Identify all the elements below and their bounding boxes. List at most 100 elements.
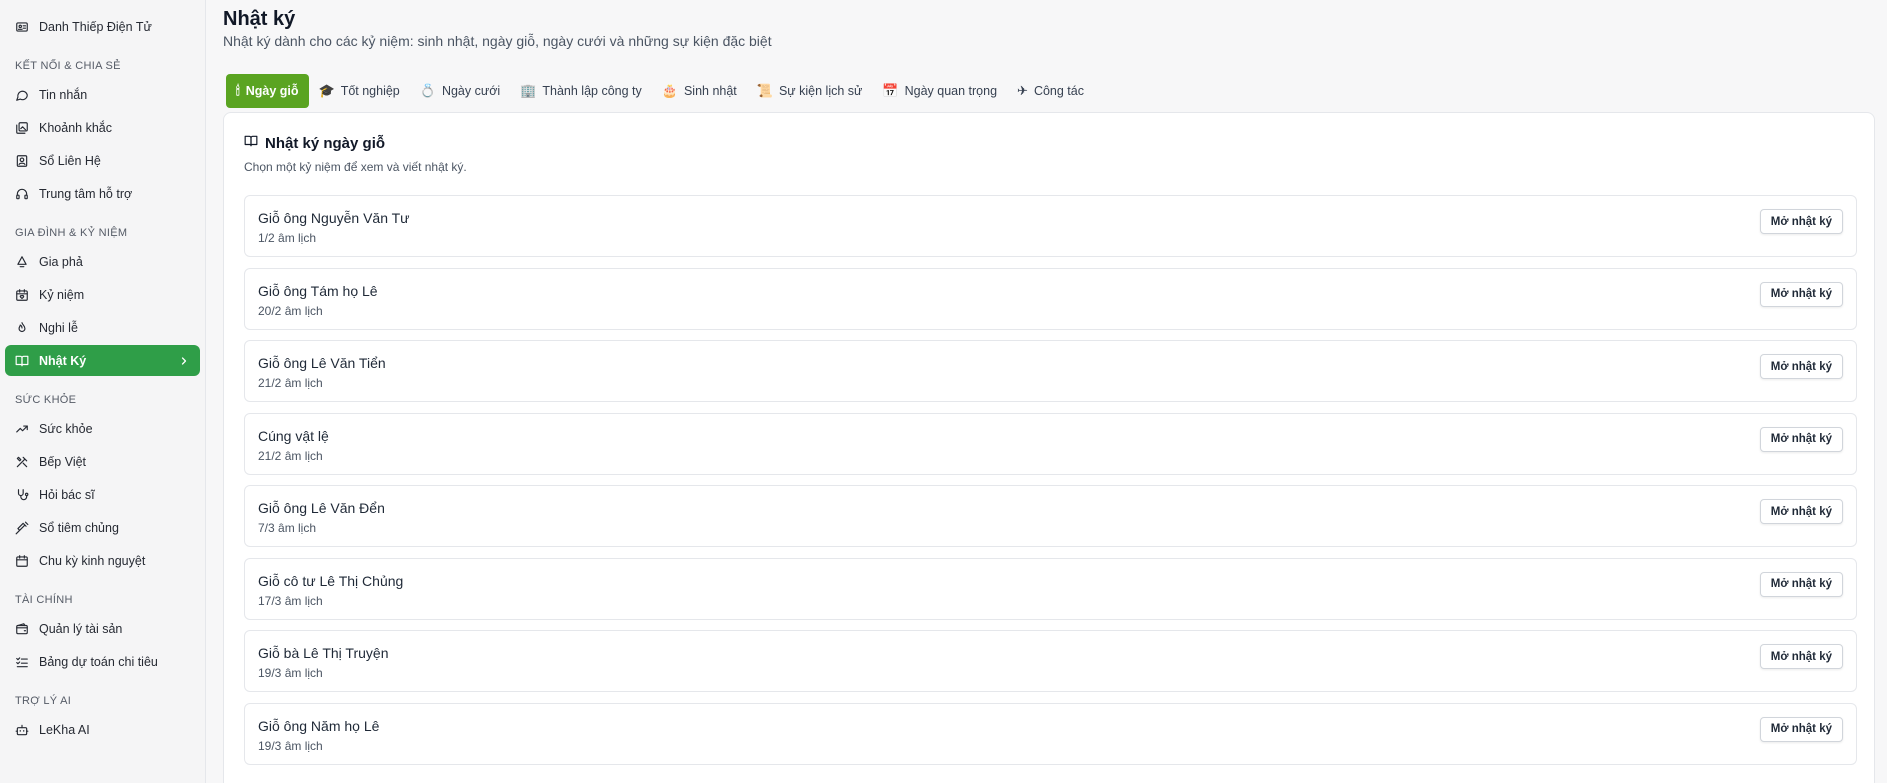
list-item: Giỗ ông Lê Văn Đển 7/3 âm lịch Mở nhật ký	[244, 485, 1857, 547]
entry-date: 20/2 âm lịch	[258, 303, 323, 318]
page-subtitle: Nhật ký dành cho các kỷ niệm: sinh nhật,…	[223, 33, 772, 49]
sidebar-item[interactable]: Quản lý tài sản	[5, 613, 200, 644]
entry-date: 1/2 âm lịch	[258, 231, 317, 245]
tab-item[interactable]: 🏢 Thành lập công ty	[510, 74, 652, 108]
sidebar-item-label: Bảng dự toán chi tiêu	[39, 654, 158, 669]
sidebar-item-label: Kỷ niệm	[39, 287, 85, 302]
list-item: Giỗ bà Lê Thị Truyện 19/3 âm lịch Mở nhật …	[244, 630, 1857, 692]
wallet-icon	[15, 622, 29, 636]
sidebar-item[interactable]: Sổ Liên Hệ	[5, 145, 200, 176]
tab-item[interactable]: 🕯 Ngày giỗ	[226, 74, 309, 108]
sidebar-item-label: Danh Thiếp Điện Tử	[39, 19, 152, 34]
list-item: Giỗ ông Lê Văn Tiển 21/2 âm lịch Mở nhật k…	[244, 340, 1857, 402]
entry-date: 19/3 âm lịch	[258, 738, 323, 753]
sidebar-item[interactable]: Nghi lễ	[5, 312, 200, 343]
sidebar-item[interactable]: Danh Thiếp Điện Tử	[5, 11, 200, 42]
open-diary-button[interactable]: Mở nhật ký	[1759, 716, 1843, 742]
list-item: Giỗ ông Nguyễn Văn Tư 1/2 âm lịch Mở nhật …	[244, 195, 1857, 257]
sidebar-item[interactable]: Bảng dự toán chi tiêu	[5, 646, 200, 677]
card-description: Chọn một kỷ niệm để xem và viết nhật ký.	[244, 160, 467, 174]
tree-icon	[15, 255, 29, 269]
airplane-icon: ✈	[1017, 83, 1028, 98]
sidebar-item[interactable]: Sổ tiêm chủng	[5, 512, 200, 543]
tab-item[interactable]: 📜 Sự kiện lịch sử	[747, 74, 873, 108]
stethoscope-icon	[15, 488, 29, 502]
sidebar-item[interactable]: Gia phả	[5, 246, 200, 277]
sidebar-item-label: Khoảnh khắc	[39, 120, 112, 135]
sidebar-item-label: Sổ tiêm chủng	[39, 520, 119, 535]
bot-icon	[15, 723, 29, 737]
book-open-icon	[244, 134, 265, 153]
entry-date: 21/2 âm lịch	[258, 448, 323, 463]
checklist-icon	[15, 655, 29, 669]
chevron-right-icon	[178, 355, 190, 367]
sidebar-section-label: KẾT NỐI & CHIA SẺ	[15, 60, 121, 72]
sidebar-item[interactable]: LeKha AI	[5, 714, 200, 745]
sidebar-item[interactable]: Tin nhắn	[5, 79, 200, 110]
message-icon	[15, 88, 29, 102]
office-building-icon: 🏢	[520, 83, 537, 98]
trend-icon	[15, 422, 29, 436]
open-diary-button[interactable]: Mở nhật ký	[1759, 281, 1843, 307]
sidebar-item[interactable]: Kỷ niệm	[5, 279, 200, 310]
tab-label: Công tác	[1033, 84, 1084, 98]
entry-title: Giỗ ông Lê Văn Đển	[258, 500, 385, 516]
entry-list: Giỗ ông Nguyễn Văn Tư 1/2 âm lịch Mở nhật …	[244, 195, 1857, 775]
list-item: Giỗ ông Năm họ Lê 19/3 âm lịch Mở nhật ký	[244, 702, 1857, 765]
entry-date: 19/3 âm lịch	[258, 666, 323, 680]
open-diary-button[interactable]: Mở nhật ký	[1759, 499, 1843, 524]
sidebar-item-label: Tin nhắn	[39, 87, 88, 102]
entry-date: 7/3 âm lịch	[258, 521, 317, 535]
card-header: Nhật ký ngày giỗ	[244, 134, 385, 153]
calendar-icon	[15, 554, 29, 568]
list-item: Cúng vật lệ 21/2 âm lịch Mở nhật ký	[244, 412, 1857, 475]
birthday-cake-icon: 🎂	[661, 83, 678, 98]
sidebar-item-label: Quản lý tài sản	[39, 621, 123, 636]
entry-title: Giỗ cô tư Lê Thị Chủng	[258, 572, 404, 589]
tab-label: Ngày cưới	[441, 84, 501, 98]
entry-title: Giỗ ông Năm họ Lê	[258, 717, 380, 734]
sidebar-item-label: Trung tâm hỗ trợ	[39, 186, 133, 201]
card-title: Nhật ký ngày giỗ	[265, 135, 386, 152]
tab-item[interactable]: ✈ Công tác	[1007, 74, 1094, 108]
page-title: Nhật ký	[223, 8, 296, 30]
entry-title: Giỗ ông Nguyễn Văn Tư	[258, 210, 410, 226]
graduation-cap-icon: 🎓	[318, 83, 335, 98]
syringe-icon	[15, 521, 29, 535]
candle-icon: 🕯	[236, 83, 240, 98]
scroll-icon: 📜	[756, 83, 773, 98]
headset-icon	[15, 187, 29, 201]
tab-item[interactable]: 📅 Ngày quan trọng	[872, 74, 1007, 108]
sidebar-item[interactable]: Khoảnh khắc	[5, 112, 200, 143]
sidebar-item[interactable]: Trung tâm hỗ trợ	[5, 178, 200, 209]
sidebar-section-label: TÀI CHÍNH	[15, 594, 73, 606]
tab-item[interactable]: 🎓 Tốt nghiệp	[309, 74, 410, 108]
tab-label: Sự kiện lịch sử	[778, 84, 863, 98]
tab-item[interactable]: 💍 Ngày cưới	[410, 74, 510, 108]
open-diary-button[interactable]: Mở nhật ký	[1759, 426, 1843, 452]
sidebar-section-label: TRỢ LÝ AI	[15, 695, 72, 707]
sidebar-item-label: Nghi lễ	[39, 320, 78, 335]
sidebar: Danh Thiếp Điện Tử KẾT NỐI & CHIA SẺ Tin n…	[0, 0, 206, 783]
main-content: Nhật ký Nhật ký dành cho các kỷ niệm: si…	[223, 0, 1875, 783]
ring-icon: 💍	[419, 83, 436, 98]
open-diary-button[interactable]: Mở nhật ký	[1759, 644, 1843, 669]
tab-label: Thành lập công ty	[542, 84, 642, 98]
calendar-heart-icon	[15, 288, 29, 302]
diary-card: Nhật ký ngày giỗ Chọn một kỷ niệm để xem…	[223, 112, 1875, 783]
open-diary-button[interactable]: Mở nhật ký	[1759, 209, 1843, 234]
sidebar-item[interactable]: Bếp Việt	[5, 446, 200, 477]
sidebar-item[interactable]: Hỏi bác sĩ	[5, 479, 200, 510]
entry-date: 17/3 âm lịch	[258, 593, 323, 608]
sidebar-item[interactable]: Chu kỳ kinh nguyệt	[5, 545, 200, 576]
tab-item[interactable]: 🎂 Sinh nhật	[652, 74, 747, 108]
entry-title: Giỗ ông Tám họ Lê	[258, 282, 378, 299]
sidebar-item-label: LeKha AI	[39, 722, 90, 737]
sidebar-item[interactable]: Nhật Ký	[5, 345, 200, 376]
entry-date: 21/2 âm lịch	[258, 376, 323, 390]
tab-bar: 🕯 Ngày giỗ 🎓 Tốt nghiệp 💍 Ngày cưới 🏢 Thành lập…	[226, 74, 1094, 108]
sidebar-item-label: Sức khỏe	[39, 421, 93, 436]
open-diary-button[interactable]: Mở nhật ký	[1759, 354, 1843, 379]
open-diary-button[interactable]: Mở nhật ký	[1759, 571, 1843, 597]
sidebar-item[interactable]: Sức khỏe	[5, 413, 200, 444]
